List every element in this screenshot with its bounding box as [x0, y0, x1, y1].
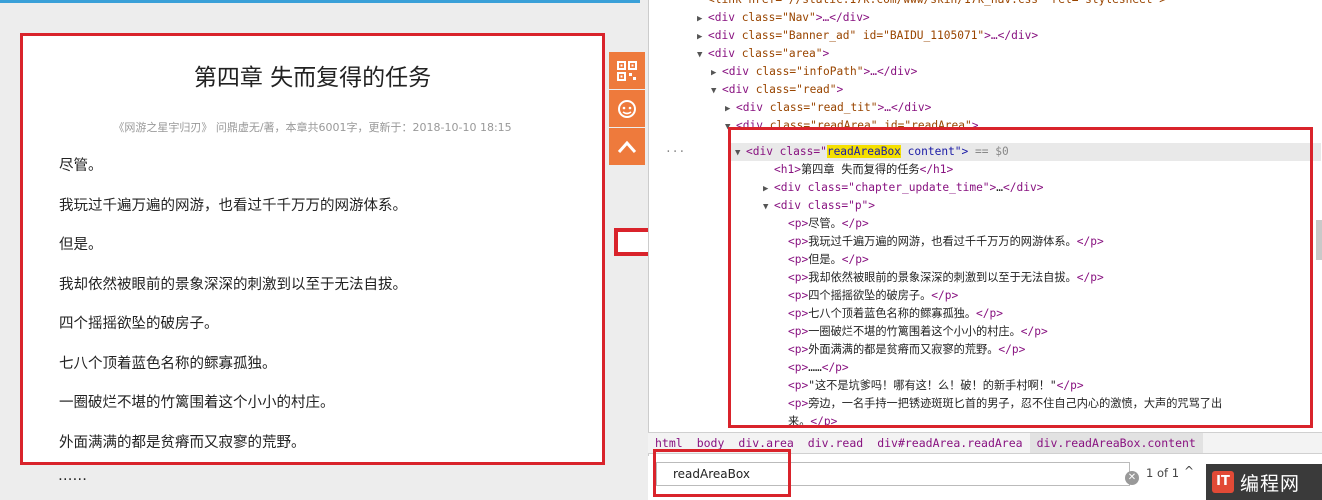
customer-service-button[interactable] — [609, 90, 645, 127]
expand-toggle-icon[interactable]: ▼ — [697, 46, 708, 64]
watermark-text: 编程网 — [1240, 472, 1301, 495]
dom-node[interactable]: ▶ <div class="read_tit">…</div> — [725, 99, 931, 117]
back-to-top-icon — [617, 140, 637, 153]
expand-toggle-icon[interactable]: ▶ — [725, 100, 736, 118]
more-options-icon[interactable]: ··· — [665, 143, 685, 161]
dom-node[interactable]: 来。</p> — [777, 413, 837, 430]
dom-node[interactable]: <p>但是。</p> — [777, 251, 869, 269]
expand-toggle-icon[interactable]: ▶ — [711, 64, 722, 82]
chapter-content-box: 第四章 失而复得的任务 《网游之星宇归刃》 问鼎虚无/著，本章共6001字，更新… — [20, 33, 605, 465]
page-top-bar — [0, 0, 640, 3]
dom-node[interactable]: <p>一圈破烂不堪的竹篱围着这个小小的村庄。</p> — [777, 323, 1048, 341]
watermark: IT 编程网 — [1206, 464, 1322, 500]
collapse-toggle-icon[interactable]: ▼ — [735, 144, 746, 162]
qr-code-button[interactable] — [609, 52, 645, 89]
side-toolbar — [609, 52, 645, 166]
dom-node[interactable]: ▶ <div class="infoPath">…</div> — [711, 63, 917, 81]
dom-node[interactable]: ▼ <div class="readArea" id="readArea"> — [725, 117, 979, 135]
dom-node[interactable]: ▶ <div class="Banner_ad" id="BAIDU_110507… — [697, 27, 1038, 45]
dom-node[interactable]: <p>我玩过千遍万遍的网游，也看过千千万万的网游体系。</p> — [777, 233, 1104, 251]
paragraph-ellipsis: …… — [58, 468, 87, 484]
paragraph: 四个摇摇欲坠的破房子。 — [59, 316, 219, 332]
breadcrumb-item-current[interactable]: div.readAreaBox.content — [1029, 433, 1203, 453]
dom-node[interactable]: <p>外面满满的都是贫瘠而又寂寥的荒野。</p> — [777, 341, 1025, 359]
expand-toggle-icon[interactable]: ▼ — [725, 118, 736, 136]
expand-toggle-icon[interactable]: ▶ — [697, 10, 708, 28]
expand-toggle-icon[interactable]: ▶ — [697, 28, 708, 46]
search-highlight-frame — [653, 449, 791, 497]
dom-node[interactable]: ▶ <div class="chapter_update_time">…</div… — [763, 179, 1043, 197]
breadcrumb-item[interactable]: div.read — [801, 433, 870, 453]
qr-code-icon — [617, 60, 637, 81]
paragraph: 我玩过千遍万遍的网游，也看过千千万万的网游体系。 — [59, 197, 407, 214]
dom-node[interactable]: <p>四个摇摇欲坠的破房子。</p> — [777, 287, 958, 305]
breadcrumb-item[interactable]: div#readArea.readArea — [870, 433, 1029, 453]
watermark-logo: IT — [1212, 471, 1234, 493]
match-count: 1 of 1 — [1146, 466, 1180, 480]
dom-node[interactable]: <h1>第四章 失而复得的任务</h1> — [763, 161, 953, 179]
paragraph: 我却依然被眼前的景象深深的刺激到以至于无法自拔。 — [59, 276, 407, 293]
expand-toggle-icon[interactable]: ▼ — [711, 82, 722, 100]
dom-node[interactable]: <p>尽管。</p> — [777, 215, 869, 233]
dom-node[interactable]: <p>"这不是坑爹吗！哪有这！么！破！的新手村啊！"</p> — [777, 377, 1084, 395]
dom-node[interactable]: ▶ <div class="Nav">…</div> — [697, 9, 870, 27]
chapter-meta: 《网游之星宇归刃》 问鼎虚无/著，本章共6001字，更新于：2018-10-10… — [113, 121, 512, 134]
dom-node[interactable]: <p>我却依然被眼前的景象深深的刺激到以至于无法自拔。</p> — [777, 269, 1104, 287]
dom-node[interactable]: ▼ <div class="p"> — [763, 197, 875, 215]
dom-node[interactable]: <p>七八个顶着蓝色名称的鳏寡孤独。</p> — [777, 305, 1003, 323]
dom-node[interactable]: <p>旁边，一名手持一把锈迹斑斑匕首的男子，忍不住自己内心的激愤，大声的咒骂了出 — [777, 395, 1222, 413]
dom-node[interactable]: <p>……</p> — [777, 359, 849, 377]
dom-tree: <link href="//static.17k.com/www/skin/17… — [649, 0, 1321, 430]
dom-node-selected[interactable]: ··· ▼ <div class="readAreaBox content"> =… — [665, 143, 1321, 162]
clear-search-icon[interactable]: ✕ — [1125, 471, 1139, 485]
paragraph-list: 尽管。 我玩过千遍万遍的网游，也看过千千万万的网游体系。 但是。 我却依然被眼前… — [59, 156, 407, 472]
paragraph: 尽管。 — [59, 158, 103, 174]
scrollbar[interactable] — [1316, 220, 1322, 260]
paragraph: 一圈破烂不堪的竹篱围着这个小小的村庄。 — [59, 395, 335, 411]
paragraph: 外面满满的都是贫瘠而又寂寥的荒野。 — [59, 434, 306, 451]
dom-node[interactable]: ▼ <div class="read"> — [711, 81, 843, 99]
paragraph: 但是。 — [59, 237, 103, 253]
back-to-top-button[interactable] — [609, 128, 645, 165]
paragraph: 七八个顶着蓝色名称的鳏寡孤独。 — [59, 355, 277, 372]
previous-match-button[interactable]: ^ — [1184, 464, 1194, 478]
chapter-title: 第四章 失而复得的任务 — [193, 65, 432, 91]
customer-service-icon — [618, 99, 636, 118]
reader-page: 第四章 失而复得的任务 《网游之星宇归刃》 问鼎虚无/著，本章共6001字，更新… — [0, 0, 648, 500]
dom-node[interactable]: ▼ <div class="area"> — [697, 45, 829, 63]
devtools-panel: <link href="//static.17k.com/www/skin/17… — [648, 0, 1322, 500]
dom-node[interactable]: <link href="//static.17k.com/www/skin/17… — [697, 0, 1166, 9]
